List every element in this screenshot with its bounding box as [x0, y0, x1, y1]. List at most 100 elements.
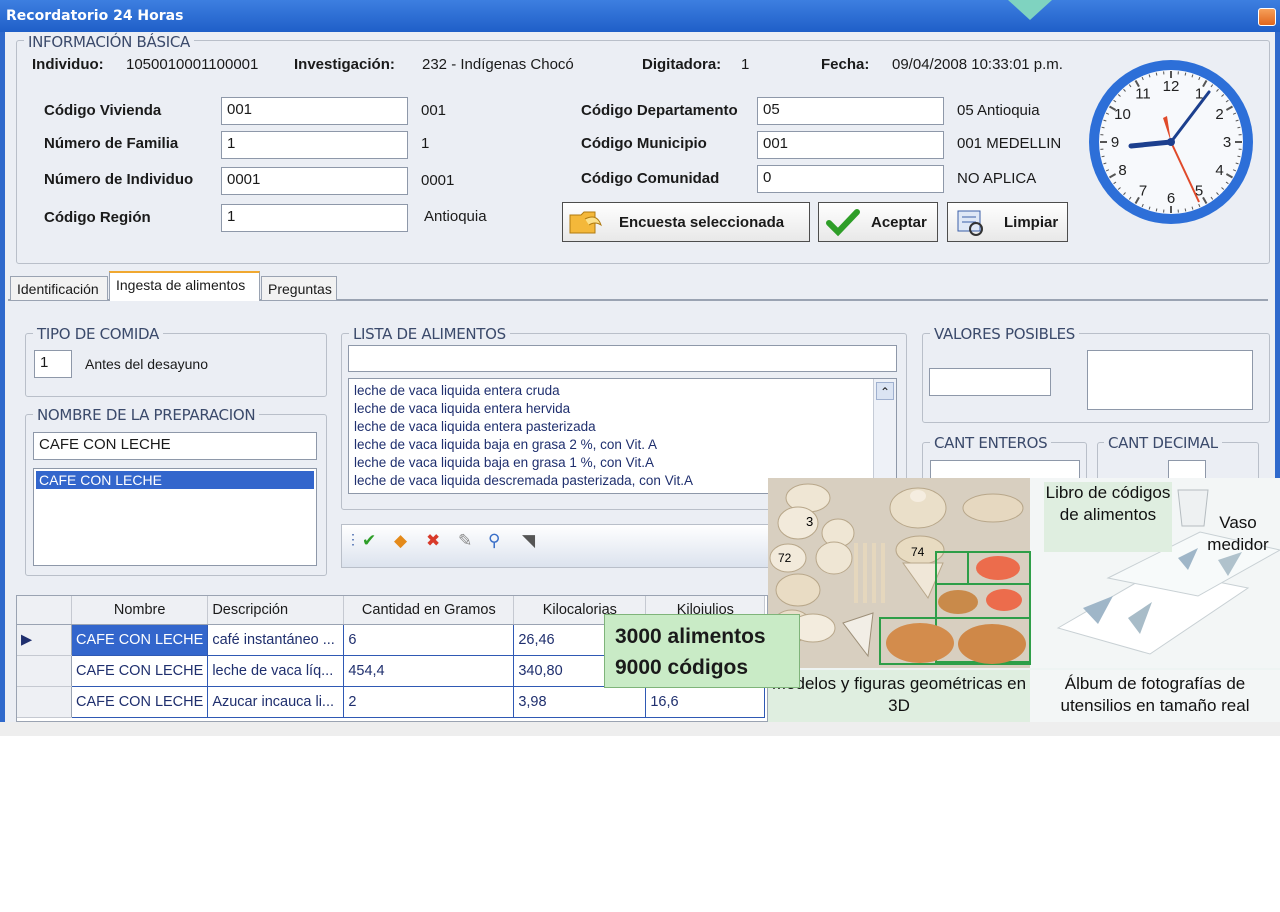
toolbar-accept-icon[interactable]: ✔: [362, 531, 376, 551]
grid-cell-cantidad[interactable]: 454,4: [343, 655, 515, 687]
valores-posibles-title: VALORES POSIBLES: [930, 325, 1080, 343]
tab-ingesta-alimentos[interactable]: Ingesta de alimentos: [109, 271, 260, 301]
row-header[interactable]: [17, 686, 72, 718]
libro-codigos-caption: Libro de códigos de alimentos: [1044, 482, 1172, 552]
window-close-button[interactable]: [1258, 8, 1276, 26]
tipo-comida-title: TIPO DE COMIDA: [33, 325, 163, 343]
badge-codigos: 9000 códigos: [615, 656, 749, 679]
aceptar-button[interactable]: Aceptar: [818, 202, 938, 242]
limpiar-button[interactable]: Limpiar: [947, 202, 1068, 242]
clock-tick: [1155, 208, 1158, 212]
table-row[interactable]: CAFE CON LECHE Azucar incauca li... 2 3,…: [17, 686, 766, 718]
clear-form-icon: [957, 210, 983, 236]
tab-preguntas[interactable]: Preguntas: [261, 276, 337, 300]
app-window: Recordatorio 24 Horas INFORMACIÓN BÁSICA…: [0, 0, 1280, 722]
clock-number: 9: [1111, 134, 1119, 151]
codigo-departamento-label: Código Departamento: [581, 102, 738, 119]
codigo-region-input[interactable]: 1: [221, 204, 408, 232]
codigo-municipio-input[interactable]: 001: [757, 131, 944, 159]
investigacion-label: Investigación:: [294, 56, 395, 73]
toolbar-eraser-icon[interactable]: ◥: [522, 531, 535, 551]
preparacion-list-item[interactable]: CAFE CON LECHE: [36, 471, 314, 489]
tools-photo-panel: 3 74 72 Libro de códigos de alimentos Va…: [768, 478, 1280, 722]
tab-identificacion[interactable]: Identificación: [10, 276, 108, 300]
grid-cell-cantidad[interactable]: 2: [343, 686, 515, 718]
cant-enteros-title: CANT ENTEROS: [930, 434, 1052, 452]
food-list-item[interactable]: leche de vaca liquida baja en grasa 2 %,…: [349, 436, 896, 454]
model-number: 74: [911, 545, 925, 559]
title-decoration: [1008, 0, 1052, 20]
scroll-up-icon[interactable]: ⌃: [876, 382, 894, 400]
codigo-comunidad-input[interactable]: 0: [757, 165, 944, 193]
clock-tick: [1101, 155, 1105, 158]
clock-tick: [1237, 155, 1241, 158]
codigo-vivienda-input[interactable]: 001: [221, 97, 408, 125]
clock-number: 6: [1167, 190, 1175, 207]
row-current-indicator[interactable]: ▶: [17, 624, 72, 656]
grid-cell-nombre[interactable]: CAFE CON LECHE: [71, 624, 209, 656]
clock-number: 8: [1118, 162, 1126, 179]
individuo-label: Individuo:: [32, 56, 104, 73]
alimentos-search-input[interactable]: [348, 345, 897, 372]
limpiar-button-label: Limpiar: [1004, 213, 1059, 231]
row-header[interactable]: [17, 655, 72, 687]
grid-cell-cantidad[interactable]: 6: [343, 624, 515, 656]
clock-number: 2: [1215, 106, 1223, 123]
toolbar-search-icon[interactable]: ⚲: [488, 531, 500, 551]
cant-decimal-title: CANT DECIMAL: [1104, 434, 1222, 452]
grid-cell-descripcion[interactable]: Azucar incauca li...: [207, 686, 345, 718]
grid-header-cantidad[interactable]: Cantidad en Gramos: [343, 596, 515, 625]
alimentos-listbox[interactable]: leche de vaca liquida entera cruda leche…: [348, 378, 897, 494]
clock-tick: [1155, 72, 1158, 76]
food-list-item[interactable]: leche de vaca liquida baja en grasa 1 %,…: [349, 454, 896, 472]
grid-header-descripcion[interactable]: Descripción: [207, 596, 345, 625]
numero-individuo-label: Número de Individuo: [44, 171, 194, 188]
codigo-municipio-desc: 001 MEDELLIN: [957, 135, 1062, 152]
toolbar-delete-icon[interactable]: ✖: [426, 531, 440, 551]
digitadora-value: 1: [741, 56, 750, 73]
numero-familia-label: Número de Familia: [44, 135, 179, 152]
investigacion-value: 232 - Indígenas Chocó: [422, 56, 574, 73]
food-list-item[interactable]: leche de vaca liquida entera pasterizada: [349, 418, 896, 436]
modelos-caption: Modelos y figuras geométricas en 3D: [768, 670, 1030, 722]
food-list-item[interactable]: leche de vaca liquida entera hervida: [349, 400, 896, 418]
toolbar-note-icon[interactable]: ✎: [458, 531, 472, 551]
numero-familia-desc: 1: [421, 135, 430, 152]
grid-cell-nombre[interactable]: CAFE CON LECHE: [71, 655, 209, 687]
grid-cell-kilocalorias[interactable]: 3,98: [513, 686, 647, 718]
codigo-region-label: Código Región: [44, 209, 151, 226]
clock-number: 11: [1135, 86, 1151, 103]
codigo-municipio-label: Código Municipio: [581, 135, 707, 152]
tipo-comida-input[interactable]: 1: [34, 350, 72, 378]
numero-individuo-input[interactable]: 0001: [221, 167, 408, 195]
codigo-departamento-input[interactable]: 05: [757, 97, 944, 125]
clock-number: 4: [1215, 162, 1223, 179]
preparacion-listbox[interactable]: CAFE CON LECHE: [33, 468, 317, 566]
valores-posibles-box[interactable]: [1087, 350, 1253, 410]
grid-corner-header: [17, 596, 72, 625]
grip-icon: ⋮: [346, 531, 360, 547]
food-list-item[interactable]: leche de vaca liquida entera cruda: [349, 382, 896, 400]
preparacion-title: NOMBRE DE LA PREPARACION: [33, 406, 260, 424]
clock-tick: [1237, 126, 1241, 129]
toolbar-edit-icon[interactable]: ◆: [394, 531, 407, 551]
grid-cell-descripcion[interactable]: leche de vaca líq...: [207, 655, 345, 687]
grid-cell-nombre[interactable]: CAFE CON LECHE: [71, 686, 209, 718]
encuesta-seleccionada-button[interactable]: Encuesta seleccionada: [562, 202, 810, 242]
window-title: Recordatorio 24 Horas: [6, 8, 184, 24]
fecha-label: Fecha:: [821, 56, 870, 73]
grid-header-nombre[interactable]: Nombre: [71, 596, 209, 625]
codigo-departamento-desc: 05 Antioquia: [957, 102, 1040, 119]
valores-posibles-input[interactable]: [929, 368, 1051, 396]
vaso-medidor-caption: Vaso medidor: [1207, 513, 1269, 554]
aceptar-button-label: Aceptar: [871, 213, 927, 231]
alimentos-scrollbar[interactable]: ⌃: [873, 379, 896, 493]
album-caption: Álbum de fotografías de utensilios en ta…: [1030, 670, 1280, 722]
fecha-value: 09/04/2008 10:33:01 p.m.: [892, 56, 1063, 73]
codigo-comunidad-label: Código Comunidad: [581, 170, 720, 187]
grid-cell-kilojulios[interactable]: 16,6: [645, 686, 766, 718]
preparacion-input[interactable]: CAFE CON LECHE: [33, 432, 317, 460]
numero-familia-input[interactable]: 1: [221, 131, 408, 159]
clock-tick: [1184, 72, 1187, 76]
grid-cell-descripcion[interactable]: café instantáneo ...: [207, 624, 345, 656]
